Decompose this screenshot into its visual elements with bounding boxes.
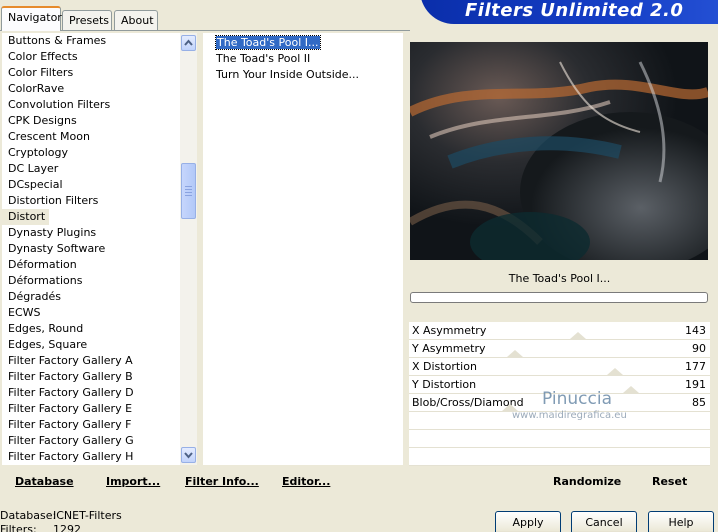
bottom-toolbar: Database Import... Filter Info... Editor… [0, 467, 718, 497]
category-item[interactable]: Distort [2, 209, 180, 225]
slider-marker [570, 332, 586, 339]
slider-marker [607, 368, 623, 375]
param-label: X Asymmetry [412, 324, 487, 337]
filter-list[interactable]: The Toad's Pool I... The Toad's Pool II Tu… [203, 33, 403, 465]
preview-image [410, 42, 708, 260]
status-area: Database: ICNET-Filters Filters: 1292 [0, 509, 150, 532]
param-label: X Distortion [412, 360, 477, 373]
scroll-thumb[interactable] [181, 163, 196, 219]
category-item[interactable]: Color Effects [2, 49, 180, 65]
filter-info-button[interactable]: Filter Info... [185, 475, 259, 488]
filters-count: 1292 [53, 523, 81, 532]
scroll-down-button[interactable] [181, 447, 196, 463]
help-button[interactable]: Help [648, 511, 714, 532]
scroll-up-button[interactable] [181, 35, 196, 51]
param-row-empty [409, 430, 710, 448]
param-row[interactable]: X Asymmetry 143 [409, 322, 710, 340]
category-item[interactable]: Dégradés [2, 289, 180, 305]
filter-item[interactable]: Turn Your Inside Outside... [203, 67, 403, 83]
watermark-url: www.maidiregrafica.eu [512, 410, 627, 421]
category-item[interactable]: ECWS [2, 305, 180, 321]
param-value: 85 [692, 396, 706, 409]
category-item[interactable]: Color Filters [2, 65, 180, 81]
category-item[interactable]: DCspecial [2, 177, 180, 193]
category-item[interactable]: Dynasty Software [2, 241, 180, 257]
param-row[interactable]: Y Asymmetry 90 [409, 340, 710, 358]
app-banner: Filters Unlimited 2.0 [410, 0, 718, 24]
param-label: Y Asymmetry [412, 342, 486, 355]
param-row-empty [409, 448, 710, 466]
param-value: 143 [685, 324, 706, 337]
category-item[interactable]: Dynasty Plugins [2, 225, 180, 241]
param-row[interactable]: X Distortion 177 [409, 358, 710, 376]
category-item[interactable]: Edges, Square [2, 337, 180, 353]
category-item[interactable]: Filter Factory Gallery B [2, 369, 180, 385]
param-label: Y Distortion [412, 378, 477, 391]
tab-navigator[interactable]: Navigator [1, 6, 62, 31]
param-value: 177 [685, 360, 706, 373]
category-item[interactable]: Filter Factory Gallery G [2, 433, 180, 449]
category-item[interactable]: Distortion Filters [2, 193, 180, 209]
category-item[interactable]: Convolution Filters [2, 97, 180, 113]
tab-presets[interactable]: Presets [62, 10, 112, 30]
database-label: Database: [0, 509, 57, 522]
reset-button[interactable]: Reset [652, 475, 687, 488]
randomize-button[interactable]: Randomize [553, 475, 621, 488]
category-item[interactable]: Déformations [2, 273, 180, 289]
category-list[interactable]: Buttons & Frames Color Effects Color Filte… [2, 33, 180, 465]
app-title: Filters Unlimited 2.0 [465, 0, 684, 21]
category-item[interactable]: Crescent Moon [2, 129, 180, 145]
filter-item[interactable]: The Toad's Pool I... [203, 35, 403, 51]
watermark-name: Pinuccia [542, 389, 612, 409]
editor-button[interactable]: Editor... [282, 475, 330, 488]
category-item[interactable]: Filter Factory Gallery E [2, 401, 180, 417]
param-value: 191 [685, 378, 706, 391]
filters-label: Filters: [0, 523, 37, 532]
current-filter-name: The Toad's Pool I... [409, 268, 710, 290]
database-button[interactable]: Database [15, 475, 74, 488]
category-item[interactable]: Filter Factory Gallery D [2, 385, 180, 401]
category-item[interactable]: Filter Factory Gallery H [2, 449, 180, 465]
param-value: 90 [692, 342, 706, 355]
category-item[interactable]: Buttons & Frames [2, 33, 180, 49]
database-value: ICNET-Filters [53, 509, 122, 522]
tab-about[interactable]: About [114, 10, 158, 30]
category-scrollbar[interactable] [180, 33, 197, 465]
tab-divider [0, 30, 410, 31]
chevron-up-icon [184, 39, 193, 46]
apply-button[interactable]: Apply [495, 511, 561, 532]
chevron-down-icon [184, 452, 193, 459]
filter-item[interactable]: The Toad's Pool II [203, 51, 403, 67]
category-item[interactable]: DC Layer [2, 161, 180, 177]
import-button[interactable]: Import... [106, 475, 160, 488]
progress-bar [410, 292, 708, 303]
category-item[interactable]: CPK Designs [2, 113, 180, 129]
cancel-button[interactable]: Cancel [571, 511, 637, 532]
category-item[interactable]: Déformation [2, 257, 180, 273]
category-item[interactable]: Filter Factory Gallery F [2, 417, 180, 433]
category-item[interactable]: ColorRave [2, 81, 180, 97]
tab-strip: Navigator Presets About [0, 0, 410, 31]
slider-marker [507, 350, 523, 357]
category-item[interactable]: Cryptology [2, 145, 180, 161]
category-item[interactable]: Edges, Round [2, 321, 180, 337]
category-item[interactable]: Filter Factory Gallery A [2, 353, 180, 369]
